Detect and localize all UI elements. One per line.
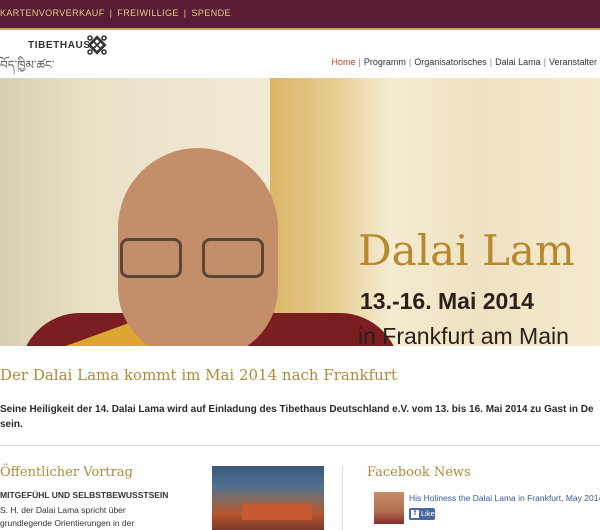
facebook-post-link[interactable]: His Holiness the Dalai Lama in Frankfurt… bbox=[409, 493, 600, 503]
lecture-title: Öffentlicher Vortrag bbox=[0, 465, 133, 480]
gold-divider bbox=[0, 28, 600, 30]
nav-item-home[interactable]: Home bbox=[328, 57, 358, 67]
intro-line-2: sein. bbox=[0, 419, 23, 430]
section-divider bbox=[0, 445, 600, 446]
hero-title: Dalai Lam bbox=[358, 226, 575, 275]
hero-banner[interactable]: Dalai Lam 13.-16. Mai 2014 in Frankfurt … bbox=[0, 78, 600, 346]
endless-knot-icon bbox=[87, 35, 107, 55]
separator: | bbox=[109, 8, 113, 18]
hero-glasses bbox=[120, 238, 268, 282]
lecture-text-line-2: grundlegende Orientierungen in der bbox=[0, 518, 135, 528]
facebook-icon: f bbox=[411, 510, 419, 518]
site-logo[interactable]: TIBETHAUS བོད་ཁྱིམ་ཚང་ bbox=[0, 34, 120, 74]
main-nav: Home | Programm | Organisatorisches | Dalai La… bbox=[328, 57, 600, 67]
top-bar: KARTENVORVERKAUF | FREIWILLIGE | SPENDE bbox=[0, 0, 600, 28]
page-headline: Der Dalai Lama kommt im Mai 2014 nach Fr… bbox=[0, 366, 398, 384]
hero-date: 13.-16. Mai 2014 bbox=[360, 288, 534, 314]
top-links: KARTENVORVERKAUF | FREIWILLIGE | SPENDE bbox=[0, 8, 231, 18]
lecture-text-line-1: S. H. der Dalai Lama spricht über bbox=[0, 505, 126, 515]
facebook-news-title: Facebook News bbox=[367, 465, 471, 480]
separator: | bbox=[183, 8, 187, 18]
lecture-venue-image[interactable] bbox=[212, 466, 324, 530]
logo-brand: TIBETHAUS bbox=[28, 40, 91, 51]
nav-item-organisatorisches[interactable]: Organisatorisches bbox=[411, 57, 490, 67]
facebook-post-avatar[interactable] bbox=[374, 492, 404, 524]
intro-line-1: Seine Heiligkeit der 14. Dalai Lama wird… bbox=[0, 404, 594, 415]
column-divider bbox=[342, 466, 343, 530]
venue-stage bbox=[242, 504, 312, 520]
top-link-freiwillige[interactable]: FREIWILLIGE bbox=[117, 8, 178, 18]
nav-item-dalai-lama[interactable]: Dalai Lama bbox=[492, 57, 544, 67]
nav-item-veranstalter[interactable]: Veranstalter bbox=[546, 57, 600, 67]
lecture-subtitle: MITGEFÜHL UND SELBSTBEWUSSTSEIN bbox=[0, 490, 169, 500]
top-link-spende[interactable]: SPENDE bbox=[192, 8, 231, 18]
lecture-text: S. H. der Dalai Lama spricht über grundl… bbox=[0, 504, 190, 530]
intro-text: Seine Heiligkeit der 14. Dalai Lama wird… bbox=[0, 402, 600, 432]
facebook-like-button[interactable]: f Like bbox=[409, 508, 435, 520]
like-label: Like bbox=[421, 509, 435, 518]
top-link-kartenvorverkauf[interactable]: KARTENVORVERKAUF bbox=[0, 8, 105, 18]
hero-city: in Frankfurt am Main bbox=[358, 323, 569, 346]
nav-item-programm[interactable]: Programm bbox=[361, 57, 409, 67]
